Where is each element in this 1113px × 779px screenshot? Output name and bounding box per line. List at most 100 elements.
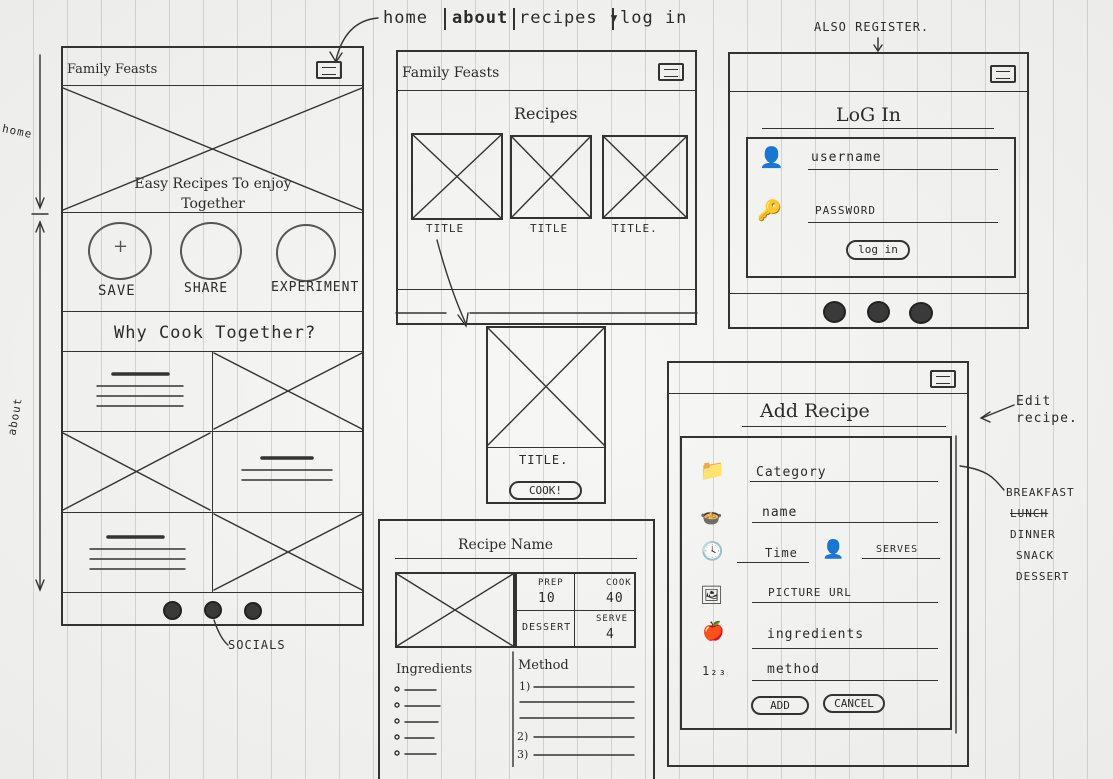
username-underline: [808, 169, 998, 170]
hero-divider: [61, 212, 364, 213]
category-underline: [750, 481, 938, 482]
plus-icon: +: [113, 236, 129, 257]
picture-icon: 🖼: [700, 585, 723, 606]
menu-icon[interactable]: [990, 65, 1016, 83]
feature-label-share: SHARE: [184, 281, 229, 296]
option-dessert: DESSERT: [1016, 570, 1070, 583]
serves-field[interactable]: SERVES: [876, 544, 918, 555]
recipe-card-title: TITLE: [530, 222, 569, 235]
menu-icon[interactable]: [658, 63, 684, 81]
name-underline: [752, 522, 938, 523]
recipe-card-image[interactable]: [510, 135, 592, 219]
heading-underline: [742, 426, 946, 427]
recipe-card-title: TITLE: [426, 222, 465, 235]
card-title: TITLE.: [519, 453, 569, 467]
method-underline: [752, 680, 938, 681]
option-dinner: DINNER: [1010, 528, 1056, 541]
edit-recipe-note: Edit recipe.: [1016, 394, 1078, 426]
password-field[interactable]: PASSWORD: [815, 204, 876, 217]
recipe-card-image[interactable]: [602, 135, 688, 219]
ingredients-label: Ingredients: [396, 662, 473, 677]
numbered-list-icon: 1₂₃: [702, 664, 727, 678]
recipe-detail-card: [486, 326, 606, 504]
hero-text: Easy Recipes To enjoy Together: [134, 176, 292, 212]
picture-underline: [752, 602, 938, 603]
prep-value: 10: [538, 591, 556, 606]
socials-note: SOCIALS: [228, 638, 286, 652]
apple-icon: 🍎: [702, 621, 725, 642]
bowl-icon: 🍲: [700, 506, 723, 527]
category-options: BREAKFAST LUNCH DINNER SNACK DESSERT: [1006, 486, 1106, 591]
folder-icon: 📁: [700, 458, 725, 482]
side-label-home: home: [0, 121, 34, 142]
heading-underline: [762, 128, 994, 129]
option-lunch: LUNCH: [1010, 507, 1049, 520]
cook-value: 40: [606, 591, 624, 606]
method-label: Method: [518, 658, 569, 673]
why-heading: Why Cook Together?: [114, 323, 317, 343]
recipe-name-heading: Recipe Name: [458, 537, 553, 553]
method-step: 3): [517, 748, 529, 761]
feature-label-save: SAVE: [98, 283, 136, 299]
grid-col-line: [212, 351, 213, 592]
menu-icon[interactable]: [930, 370, 956, 388]
nav-home[interactable]: home: [383, 8, 428, 28]
cook-label: COOK: [606, 578, 632, 588]
register-note: ALSO REGISTER.: [814, 20, 930, 34]
username-field[interactable]: username: [811, 150, 882, 165]
brand-title: Family Feasts: [402, 65, 500, 81]
social-icon[interactable]: [867, 301, 890, 323]
recipes-heading: Recipes: [514, 104, 578, 123]
social-icon[interactable]: [909, 302, 933, 324]
nav-about[interactable]: about: [452, 8, 508, 28]
cancel-button[interactable]: CANCEL: [823, 694, 885, 713]
name-field[interactable]: name: [762, 505, 797, 520]
side-label-about: about: [5, 396, 25, 437]
ingredients-field[interactable]: ingredients: [767, 627, 864, 642]
method-field[interactable]: method: [767, 662, 820, 677]
header-divider: [396, 90, 697, 91]
time-underline: [737, 562, 809, 563]
nav-recipes[interactable]: recipes ▾: [519, 8, 620, 28]
social-icon[interactable]: [163, 601, 182, 620]
prep-label: PREP: [538, 578, 564, 588]
serves-underline: [862, 558, 940, 559]
grid-bottom: [61, 592, 364, 593]
person-icon: 👤: [822, 539, 845, 560]
time-field[interactable]: Time: [765, 546, 798, 560]
nav-divider: [444, 8, 446, 30]
picture-url-field[interactable]: PICTURE URL: [768, 586, 852, 599]
recipe-image: [395, 572, 515, 648]
header-divider: [728, 91, 1029, 92]
serve-value: 4: [606, 627, 615, 642]
login-button[interactable]: log in: [846, 240, 910, 260]
social-icon[interactable]: [204, 601, 222, 619]
social-icon[interactable]: [823, 301, 846, 323]
nav-login[interactable]: log in: [620, 8, 687, 28]
category-field[interactable]: Category: [756, 465, 827, 480]
method-step: 1): [519, 680, 531, 693]
add-recipe-heading: Add Recipe: [760, 400, 870, 422]
header-divider: [61, 85, 364, 86]
option-snack: SNACK: [1016, 549, 1055, 562]
stats-row-line: [515, 610, 636, 611]
category-value: DESSERT: [522, 622, 572, 633]
serve-label: SERVE: [596, 614, 629, 624]
key-icon: 🔑: [757, 198, 782, 222]
social-icon[interactable]: [244, 602, 262, 620]
header-divider: [667, 393, 969, 394]
ingredients-underline: [752, 648, 938, 649]
section-divider: [61, 311, 364, 312]
recipe-card-image[interactable]: [411, 133, 503, 220]
recipes-footer-line: [396, 289, 697, 290]
nav-divider: [612, 8, 614, 30]
clock-icon: 🕓: [701, 541, 724, 562]
option-breakfast: BREAKFAST: [1006, 486, 1075, 499]
nav-divider: [513, 8, 515, 30]
experiment-feature-icon: [276, 224, 336, 282]
header-divider: [395, 558, 637, 559]
add-button[interactable]: ADD: [751, 696, 809, 715]
cook-button[interactable]: COOK!: [509, 481, 582, 500]
password-underline: [808, 222, 998, 223]
menu-icon[interactable]: [316, 61, 342, 79]
